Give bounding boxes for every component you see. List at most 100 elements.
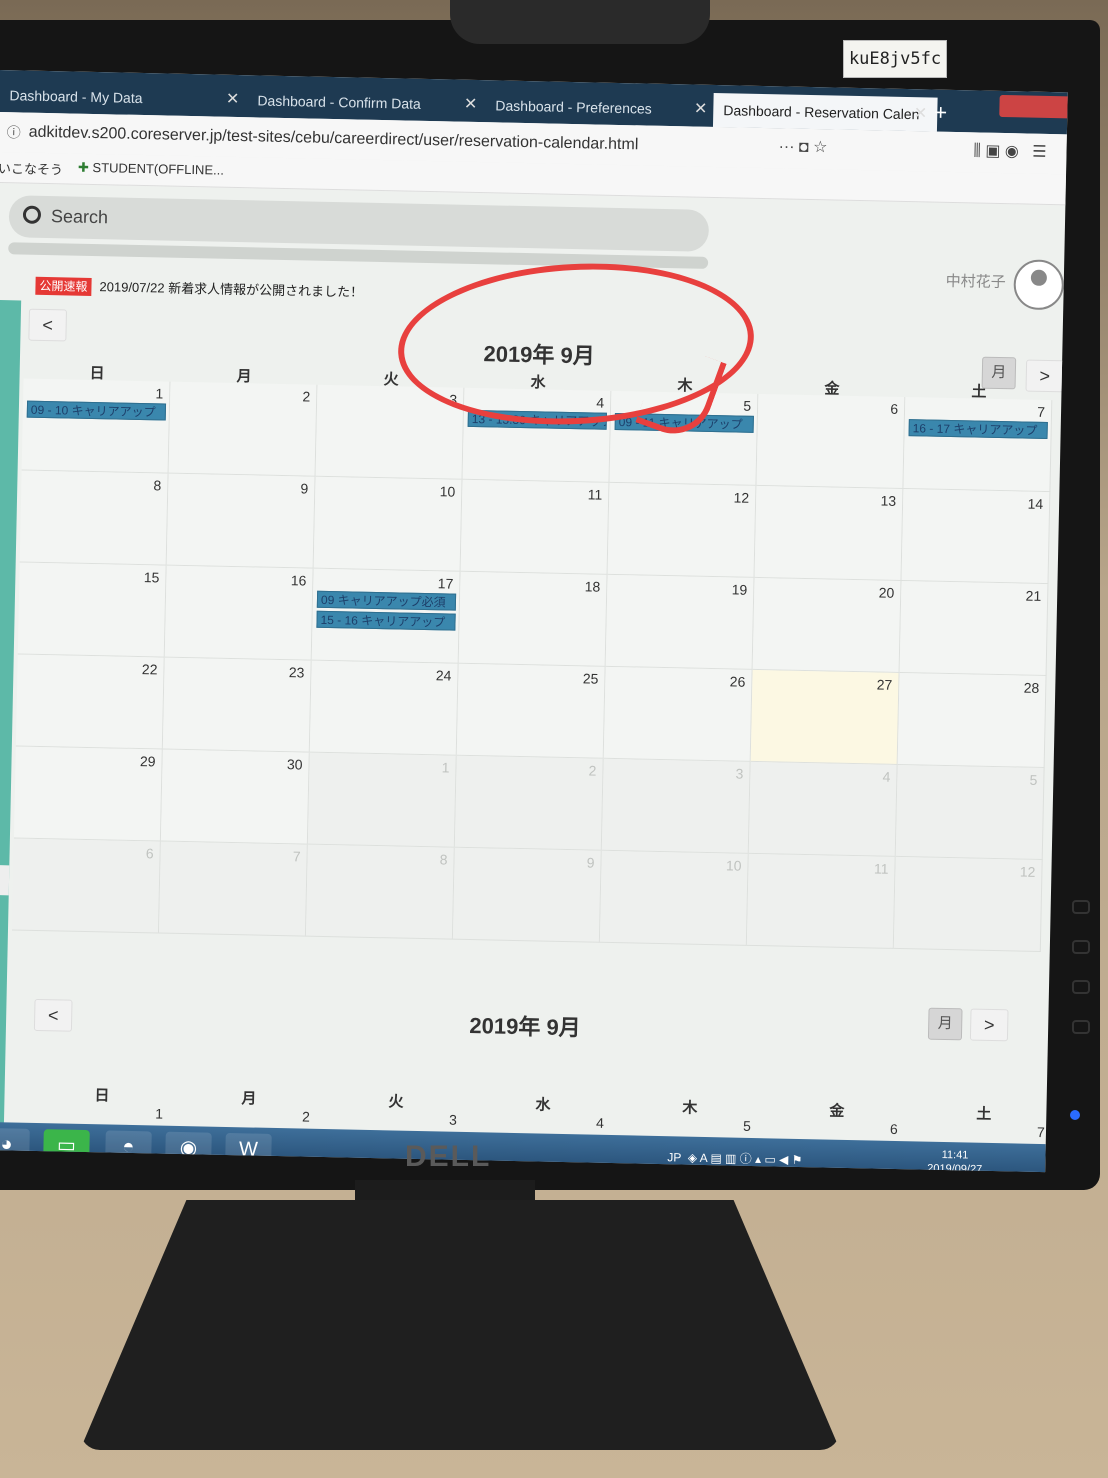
calendar-day-cell[interactable]: 17 09 キャリアアップ必須 15 - 16 キャリアアップ: [311, 568, 461, 664]
notice-bar[interactable]: 公開速報 2019/07/22 新着求人情報が公開されました！: [35, 275, 363, 301]
calendar-day-cell[interactable]: 3: [601, 758, 751, 854]
day-number: 5: [1029, 771, 1038, 788]
calendar-day-cell[interactable]: 11: [746, 853, 896, 949]
close-icon[interactable]: ✕: [464, 88, 478, 122]
calendar-day-cell[interactable]: 22: [15, 654, 165, 750]
calendar-day-cell[interactable]: 9: [452, 847, 602, 943]
close-icon[interactable]: ✕: [914, 97, 928, 131]
calendar-day-cell[interactable]: 26: [603, 666, 753, 762]
app-icon[interactable]: ◓: [105, 1130, 152, 1164]
close-icon[interactable]: ✕: [694, 93, 708, 127]
day-number: 22: [141, 661, 158, 678]
tab-my-data[interactable]: Dashboard - My Data ✕: [0, 78, 250, 117]
bookmark-icon: ✚: [77, 159, 93, 175]
firefox-icon[interactable]: ◉: [165, 1131, 212, 1165]
day-number: 4: [882, 768, 891, 785]
search-icon: [22, 205, 42, 224]
calendar-day-cell[interactable]: 18: [458, 571, 608, 667]
tab-reservation-calendar[interactable]: Dashboard - Reservation Calen ✕: [712, 92, 938, 132]
window-controls[interactable]: [999, 94, 1068, 120]
calendar-day-cell[interactable]: 2: [168, 381, 318, 477]
calendar-day-cell[interactable]: 7 16 - 17 キャリアアップ: [903, 397, 1053, 493]
clock[interactable]: 11:41 2019/09/27: [927, 1148, 983, 1172]
info-icon[interactable]: ⓘ: [6, 122, 21, 142]
clock-time: 11:41: [941, 1148, 969, 1162]
day-number: 27: [876, 676, 893, 693]
tab-preferences[interactable]: Dashboard - Preferences ✕: [485, 88, 718, 127]
calendar-day-cell[interactable]: 23: [162, 657, 312, 753]
tab-label: Dashboard - Reservation Calen: [723, 102, 920, 123]
calendar-day-cell[interactable]: 1 09 - 10 キャリアアップ: [21, 378, 171, 474]
monitor-button[interactable]: [1072, 1020, 1090, 1034]
day-number: 17: [437, 575, 454, 592]
tab-label: Dashboard - Preferences: [495, 97, 652, 117]
calendar-day-cell[interactable]: 28: [897, 672, 1047, 769]
calendar-day-cell[interactable]: 2: [454, 755, 604, 851]
toolbar-icons[interactable]: ⫼ ▣ ◉ ☰: [973, 140, 1046, 162]
user-name: 中村花子: [945, 272, 1006, 292]
close-icon[interactable]: ✕: [226, 83, 240, 117]
calendar-day-cell[interactable]: 12: [893, 856, 1043, 952]
calendar-secondary: < 2019年 9月 月 > 日1月2火3水4木5金6土7: [8, 970, 1045, 1142]
calendar-day-cell[interactable]: 13: [754, 485, 904, 581]
day-number: 21: [1025, 587, 1042, 604]
new-tab-icon[interactable]: +: [934, 100, 947, 126]
weekday-label: 月: [241, 1090, 257, 1108]
monitor-button[interactable]: [1072, 940, 1090, 954]
calendar-day-cell[interactable]: 24: [309, 660, 459, 756]
bookmark-item[interactable]: いこなそう: [0, 158, 63, 178]
power-led: [1070, 1110, 1080, 1120]
calendar-day-cell[interactable]: 16: [164, 565, 314, 661]
weekday-label: 木: [682, 1099, 698, 1117]
calendar-day-cell[interactable]: 11: [460, 479, 610, 575]
language-indicator[interactable]: JP: [667, 1150, 681, 1164]
calendar-event[interactable]: 09 キャリアアップ必須: [316, 590, 457, 611]
calendar-day-cell[interactable]: 29: [13, 746, 163, 842]
month-view-button[interactable]: 月: [927, 1007, 963, 1041]
calendar-day-cell[interactable]: 30: [160, 749, 310, 845]
calendar-day-cell[interactable]: 4: [748, 761, 898, 857]
line-icon[interactable]: ▭: [43, 1129, 90, 1163]
day-number: 19: [731, 581, 748, 598]
calendar-day-cell[interactable]: 7: [158, 841, 308, 937]
day-number: 30: [286, 756, 303, 773]
calendar-day-cell[interactable]: 25: [456, 663, 606, 759]
calendar-day-cell[interactable]: 8: [305, 844, 455, 940]
system-tray[interactable]: JP ◈ A ▤ ▥ ⓘ ▴ ▭ ◀ ⚑: [667, 1148, 802, 1168]
calendar-day-cell[interactable]: 8: [19, 470, 169, 566]
calendar-day-cell[interactable]: 10: [599, 850, 749, 946]
more-icon[interactable]: ··· ◘ ☆: [778, 136, 827, 157]
calendar-day-cell[interactable]: 1: [307, 752, 457, 848]
chrome-icon[interactable]: ◕: [0, 1127, 30, 1161]
next-month-button[interactable]: >: [969, 1008, 1009, 1042]
calendar-event[interactable]: 16 - 17 キャリアアップ: [908, 419, 1048, 440]
monitor-button[interactable]: [1072, 900, 1090, 914]
day-number: 11: [873, 860, 889, 877]
calendar-day-cell[interactable]: 14: [901, 489, 1051, 585]
weekday-label: 水: [535, 1096, 551, 1114]
calendar-event[interactable]: 15 - 16 キャリアアップ: [316, 610, 456, 631]
calendar-day-cell[interactable]: 6: [756, 393, 906, 490]
webcam: [450, 0, 710, 44]
avatar[interactable]: [1013, 259, 1065, 311]
calendar-day-cell[interactable]: 9: [166, 473, 316, 569]
calendar-day-cell[interactable]: 19: [605, 574, 755, 670]
day-number: 24: [435, 667, 452, 684]
tab-confirm-data[interactable]: Dashboard - Confirm Data ✕: [247, 83, 488, 122]
calendar-event[interactable]: 09 - 10 キャリアアップ: [26, 400, 167, 421]
calendar-day-cell[interactable]: 20: [752, 577, 902, 673]
search-input[interactable]: Search: [8, 195, 710, 252]
calendar-day-cell[interactable]: 10: [313, 476, 463, 572]
bookmark-item[interactable]: ✚ STUDENT(OFFLINE...: [78, 160, 224, 179]
calendar-day-cell[interactable]: 15: [17, 562, 167, 658]
word-icon[interactable]: W: [225, 1132, 272, 1166]
calendar-day-cell[interactable]: 21: [899, 580, 1049, 677]
calendar-day-cell[interactable]: 5: [895, 764, 1045, 861]
calendar-day-cell[interactable]: 27: [750, 669, 900, 765]
calendar-day-cell[interactable]: 6: [11, 838, 161, 934]
monitor-button[interactable]: [1072, 980, 1090, 994]
day-number: 13: [880, 492, 897, 509]
day-number: 6: [890, 400, 899, 417]
day-number: 26: [729, 673, 746, 690]
calendar-day-cell[interactable]: 12: [607, 482, 757, 578]
